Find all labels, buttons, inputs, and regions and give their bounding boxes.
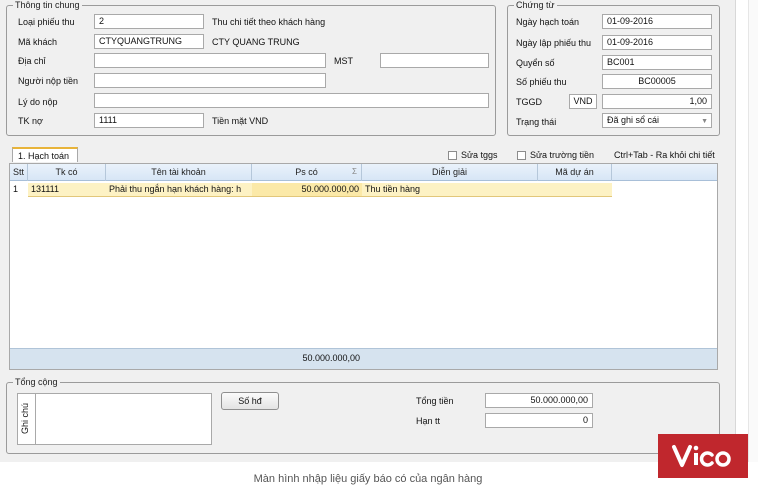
nguoi-nop-label: Người nộp tiền: [18, 76, 78, 86]
tong-tien-input[interactable]: 50.000.000,00: [485, 393, 593, 408]
sua-tggs-label: Sửa tggs: [461, 150, 498, 160]
tk-no-input[interactable]: 1111: [94, 113, 204, 128]
cell-stt: 1: [13, 184, 19, 194]
voucher-form-window: Thông tin chung Loại phiếu thu 2 Thu chi…: [0, 0, 736, 462]
col-dien-giai[interactable]: Diễn giải: [362, 164, 538, 181]
grid-total-ps-co: 50.000.000,00: [302, 353, 360, 363]
sum-icon: Σ: [352, 167, 357, 176]
currency-input[interactable]: VND: [569, 94, 597, 109]
cell-dien-giai[interactable]: Thu tiền hàng: [362, 183, 538, 197]
ngay-hach-toan-input[interactable]: 01-09-2016: [602, 14, 712, 29]
vico-logo: [658, 434, 748, 478]
keyboard-hint: Ctrl+Tab - Ra khỏi chi tiết: [614, 150, 715, 160]
col-stt[interactable]: Stt: [10, 164, 28, 181]
chevron-down-icon: ▼: [701, 118, 708, 125]
sua-tggs-checkbox[interactable]: Sửa tggs: [448, 150, 498, 160]
ma-khach-label: Mã khách: [18, 37, 58, 47]
col-ten-tai-khoan[interactable]: Tên tài khoản: [106, 164, 252, 181]
image-caption: Màn hình nhập liệu giấy báo có của ngân …: [253, 473, 483, 485]
general-info-legend: Thông tin chung: [15, 0, 80, 10]
checkbox-box: [517, 150, 526, 160]
ghi-chu-textarea[interactable]: [35, 393, 212, 445]
voucher-legend: Chứng từ: [516, 0, 555, 10]
tab-hach-toan[interactable]: 1. Hạch toán: [12, 147, 78, 162]
han-tt-label: Hạn tt: [416, 416, 441, 426]
tk-no-desc: Tiền mặt VND: [212, 116, 269, 126]
grid-header: Stt Tk có Tên tài khoản Ps có Σ Diễn giả…: [10, 164, 717, 181]
han-tt-input[interactable]: 0: [485, 413, 593, 428]
ngay-lap-input[interactable]: 01-09-2016: [602, 35, 712, 50]
ly-do-input[interactable]: [94, 93, 489, 108]
col-ps-co[interactable]: Ps có Σ: [252, 164, 362, 181]
ma-khach-input[interactable]: CTYQUANGTRUNG: [94, 34, 204, 49]
sua-truong-tien-checkbox[interactable]: Sửa trường tiền: [517, 150, 594, 160]
ghi-chu-label-box: Ghi chú: [17, 393, 35, 445]
customer-name: CTY QUANG TRUNG: [212, 37, 300, 47]
ly-do-label: Lý do nộp: [18, 97, 58, 107]
ngay-hach-toan-label: Ngày hạch toán: [516, 17, 580, 27]
cell-ps-co[interactable]: 50.000.000,00: [252, 183, 362, 197]
trang-thai-value: Đã ghi sổ cái: [607, 115, 660, 125]
exchange-rate-input[interactable]: 1,00: [602, 94, 712, 109]
vico-logo-mark: [672, 445, 731, 467]
col-ma-du-an[interactable]: Mã dự án: [538, 164, 612, 181]
so-phieu-input[interactable]: BC00005: [602, 74, 712, 89]
quyen-so-input[interactable]: BC001: [602, 55, 712, 70]
so-hd-button[interactable]: Số hđ: [221, 392, 279, 410]
cell-tk-co[interactable]: 131111: [28, 183, 106, 197]
accounting-grid: Stt Tk có Tên tài khoản Ps có Σ Diễn giả…: [9, 163, 718, 370]
trang-thai-select[interactable]: Đã ghi sổ cái ▼: [602, 113, 712, 128]
summary-legend: Tổng cộng: [15, 377, 58, 387]
cell-ma-du-an[interactable]: [538, 183, 612, 197]
cell-ten-tai-khoan[interactable]: Phải thu ngắn hạn khách hàng: h: [106, 183, 252, 197]
mst-label: MST: [334, 56, 353, 66]
tk-no-label: TK nợ: [18, 116, 43, 126]
tggd-label: TGGD: [516, 97, 542, 107]
mst-input[interactable]: [380, 53, 489, 68]
page-scrollbar[interactable]: [748, 0, 758, 462]
checkbox-box: [448, 150, 457, 160]
tong-tien-label: Tổng tiền: [416, 396, 454, 406]
loai-phieu-thu-desc: Thu chi tiết theo khách hàng: [212, 17, 326, 27]
dia-chi-input[interactable]: [94, 53, 326, 68]
table-row[interactable]: 1 131111 Phải thu ngắn hạn khách hàng: h…: [10, 183, 717, 197]
trang-thai-label: Trạng thái: [516, 117, 557, 127]
ghi-chu-label: Ghi chú: [20, 402, 30, 434]
loai-phieu-thu-label: Loại phiếu thu: [18, 17, 75, 27]
so-phieu-label: Số phiếu thu: [516, 77, 567, 87]
sua-truong-tien-label: Sửa trường tiền: [530, 150, 594, 160]
dia-chi-label: Địa chỉ: [18, 56, 46, 66]
nguoi-nop-input[interactable]: [94, 73, 326, 88]
grid-footer: 50.000.000,00: [10, 348, 717, 369]
quyen-so-label: Quyển số: [516, 58, 555, 68]
ngay-lap-label: Ngày lập phiếu thu: [516, 38, 592, 48]
loai-phieu-thu-input[interactable]: 2: [94, 14, 204, 29]
col-tk-co[interactable]: Tk có: [28, 164, 106, 181]
col-ps-co-label: Ps có: [295, 167, 318, 177]
